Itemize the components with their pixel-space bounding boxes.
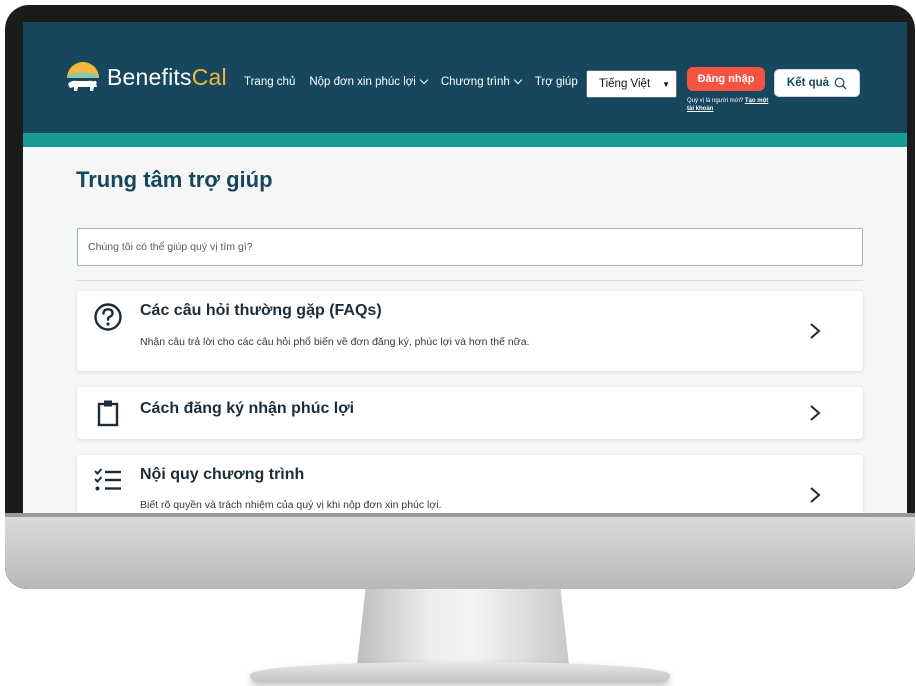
search-icon [834, 77, 847, 89]
help-search-input[interactable] [77, 228, 863, 266]
login-button[interactable]: Đăng nhập [687, 67, 765, 91]
nav-home-label: Trang chủ [244, 76, 296, 88]
clipboard-icon [97, 400, 119, 427]
chevron-down-icon [513, 75, 523, 85]
nav-apply-label: Nộp đơn xin phúc lợi [309, 76, 416, 88]
question-circle-icon [94, 303, 122, 331]
nav-help[interactable]: Trợ giúp [535, 76, 578, 88]
header-accent-strip [23, 133, 907, 147]
nav-programs-label: Chương trình [440, 76, 510, 88]
faq-card[interactable]: Các câu hỏi thường gặp (FAQs) Nhận câu t… [77, 291, 863, 371]
new-user-prompt: Quý vị là người mới? Tạo một tài khoản [687, 97, 773, 113]
results-search-button[interactable]: Kết quả [774, 69, 860, 97]
chevron-down-icon: ▼ [662, 79, 670, 89]
nav-help-label: Trợ giúp [534, 76, 578, 88]
chevron-right-icon [810, 405, 821, 421]
logo-text-accent: Cal [191, 63, 227, 90]
program-rules-card-title: Nội quy chương trình [140, 466, 305, 483]
program-rules-card[interactable]: Nội quy chương trình Biết rõ quyền và tr… [77, 455, 863, 513]
program-rules-card-description: Biết rõ quyền và trách nhiệm của quý vị … [140, 499, 442, 511]
main-nav: Trang chủ Nộp đơn xin phúc lợi Chương tr… [244, 75, 578, 88]
chevron-right-icon [810, 323, 821, 339]
language-select[interactable]: Tiếng Việt ▼ [586, 70, 677, 98]
results-label: Kết quả [786, 77, 830, 89]
monitor-frame: BenefitsCal Trang chủ Nộp đơn xin phúc l… [5, 5, 915, 589]
nav-home[interactable]: Trang chủ [244, 76, 295, 88]
monitor-chin [5, 517, 915, 589]
monitor-stand [357, 589, 569, 665]
checklist-icon [94, 468, 121, 491]
chevron-down-icon [419, 75, 429, 85]
logo-text-main: Benefits [107, 63, 192, 90]
language-selected-value: Tiếng Việt [599, 78, 651, 90]
page-title: Trung tâm trợ giúp [76, 167, 273, 192]
nav-apply[interactable]: Nộp đơn xin phúc lợi [309, 75, 429, 88]
how-to-apply-card[interactable]: Cách đăng ký nhận phúc lợi [77, 387, 863, 439]
divider [77, 280, 863, 281]
browser-screen: BenefitsCal Trang chủ Nộp đơn xin phúc l… [23, 22, 907, 513]
chevron-right-icon [810, 487, 821, 503]
bear-sun-logo-icon [67, 62, 99, 91]
faq-card-description: Nhận câu trả lời cho các câu hỏi phổ biế… [140, 336, 530, 348]
how-to-apply-card-title: Cách đăng ký nhận phúc lợi [140, 400, 355, 417]
benefitscal-logo[interactable]: BenefitsCal [65, 60, 227, 94]
new-user-text: Quý vị là người mới? [687, 98, 744, 104]
site-header: BenefitsCal Trang chủ Nộp đơn xin phúc l… [23, 22, 907, 133]
nav-programs[interactable]: Chương trình [440, 75, 523, 88]
faq-card-title: Các câu hỏi thường gặp (FAQs) [140, 302, 382, 319]
monitor-base [250, 662, 670, 682]
